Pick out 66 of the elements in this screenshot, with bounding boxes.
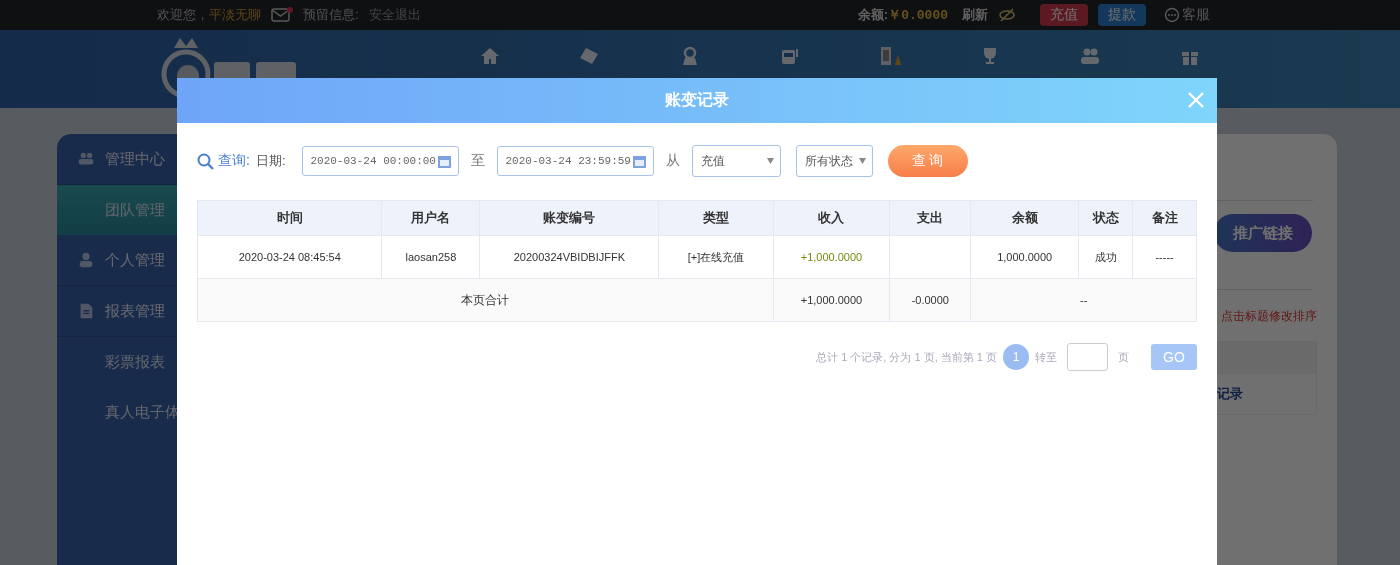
sidebar-group-label: 管理中心 — [105, 149, 165, 169]
table-cell: +1,000.0000 — [773, 235, 890, 279]
calendar-icon[interactable] — [631, 153, 647, 169]
eye-off-icon[interactable] — [998, 8, 1016, 22]
from-label: 从 — [665, 152, 680, 170]
table-cell: -- — [970, 278, 1197, 322]
table-cell: 2020-03-24 08:45:54 — [197, 235, 382, 279]
caret-icon — [766, 158, 774, 164]
refresh-link[interactable]: 刷新 — [962, 6, 988, 24]
page-unit-label: 页 — [1118, 349, 1129, 365]
table-cell: 20200324VBIDBIJFFK — [479, 235, 659, 279]
records-link[interactable]: 记录 — [1213, 374, 1316, 414]
sidebar-group-label: 报表管理 — [105, 301, 165, 321]
column-header: 用户名 — [381, 200, 480, 236]
query-button[interactable]: 查 询 — [887, 145, 968, 177]
sidebar-group-label: 个人管理 — [105, 250, 165, 270]
column-header: 收入 — [773, 200, 890, 236]
start-date-field[interactable]: 2020-03-24 00:00:00 — [301, 146, 459, 176]
table-cell: [+]在线充值 — [658, 235, 774, 279]
people-icon — [1080, 46, 1100, 66]
table-cell: +1,000.0000 — [773, 278, 890, 322]
user-icon — [77, 251, 95, 269]
dealer-icon — [680, 46, 700, 66]
type-select[interactable]: 充值 — [691, 145, 781, 177]
caret-icon — [858, 158, 866, 164]
promo-link-button[interactable]: 推广链接 — [1214, 214, 1312, 252]
column-header: 状态 — [1078, 200, 1133, 236]
column-header: 时间 — [197, 200, 382, 236]
column-header: 类型 — [658, 200, 774, 236]
table-cell: laosan258 — [381, 235, 480, 279]
dialog-title: 账变记录 — [665, 90, 729, 110]
balance-value: ￥0.0000 — [888, 7, 948, 24]
status-select[interactable]: 所有状态 — [795, 145, 873, 177]
column-header: 支出 — [889, 200, 971, 236]
greeting: 欢迎您， — [157, 6, 209, 24]
table-cell: 成功 — [1078, 235, 1133, 279]
home-icon — [480, 46, 500, 66]
withdraw-button[interactable]: 提款 — [1098, 4, 1146, 26]
page-input[interactable] — [1067, 343, 1108, 371]
date-label: 日期: — [255, 152, 286, 170]
mail-icon[interactable] — [271, 7, 293, 23]
table-cell: 1,000.0000 — [970, 235, 1079, 279]
column-header: 账变编号 — [479, 200, 659, 236]
query-label: 查询: — [218, 152, 250, 170]
goto-label: 转至 — [1035, 349, 1057, 365]
calendar-icon[interactable] — [436, 153, 452, 169]
sort-hint: 点击标题修改排序 — [1221, 308, 1317, 325]
end-date-field[interactable]: 2020-03-24 23:59:59 — [496, 146, 654, 176]
column-header: 余额 — [970, 200, 1079, 236]
username: 平淡无聊 — [209, 6, 261, 24]
slot-machine-icon — [780, 46, 800, 66]
balance-label: 余额: — [857, 6, 889, 24]
totals-label-cell: 本页合计 — [197, 278, 774, 322]
to-label: 至 — [470, 152, 485, 170]
pagination-summary: 总计 1 个记录, 分为 1 页, 当前第 1 页 — [816, 349, 997, 365]
table-cell: -0.0000 — [889, 278, 971, 322]
deposit-button[interactable]: 充值 — [1040, 4, 1088, 26]
reserved-info-label: 预留信息: — [303, 6, 359, 24]
customer-service-link[interactable]: 客服 — [1182, 6, 1210, 24]
go-button[interactable]: GO — [1151, 344, 1197, 370]
chat-icon[interactable] — [1164, 7, 1180, 23]
close-icon[interactable] — [1187, 91, 1205, 109]
search-icon — [197, 152, 214, 170]
column-header: 备注 — [1132, 200, 1197, 236]
table-cell: ----- — [1132, 235, 1197, 279]
page-number[interactable]: 1 — [1003, 344, 1029, 370]
